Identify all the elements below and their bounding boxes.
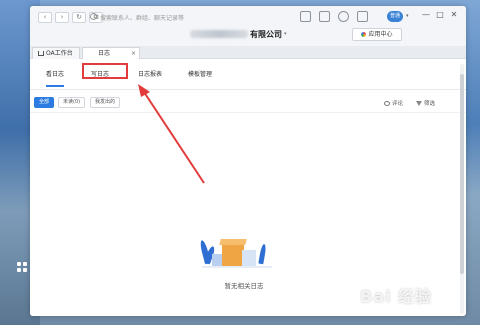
maximize-button[interactable]: □ (434, 10, 446, 19)
minimize-button[interactable]: — (420, 10, 432, 19)
redacted-text (190, 30, 248, 38)
company-selector[interactable]: 有限公司 ▾ (190, 28, 287, 40)
filter-mine-button[interactable]: 我发出的 (90, 97, 121, 108)
refresh-button[interactable]: ↻ (72, 12, 86, 23)
title-bar: ‹ › ↻ ⧉ 搜索联系人、群组、聊天记录等 普通 ▾ — □ ✕ 有限公司 ▾… (30, 6, 466, 46)
app-center-button[interactable]: 应用中心 (352, 28, 402, 41)
message-icon[interactable] (300, 11, 311, 22)
filter-label: 筛选 (424, 101, 436, 107)
search-icon (90, 13, 97, 20)
tab-label: 日志 (98, 50, 111, 57)
annotation-highlight-box (82, 63, 128, 79)
bell-icon[interactable] (357, 11, 368, 22)
tab-strip: OA工作台 日志 × (30, 46, 466, 59)
back-button[interactable]: ‹ (38, 12, 52, 23)
subnav-item-view-log[interactable]: 看日志 (46, 69, 65, 87)
calendar-icon[interactable] (319, 11, 330, 22)
filter-unread-button[interactable]: 未读(0) (58, 97, 86, 108)
tab-oa-workbench[interactable]: OA工作台 (32, 47, 80, 59)
forward-button[interactable]: › (55, 12, 69, 23)
search-placeholder: 搜索联系人、群组、聊天记录等 (100, 15, 185, 22)
tab-label: OA工作台 (46, 50, 73, 57)
home-icon (38, 51, 44, 56)
subnav-item-log-report[interactable]: 日志报表 (138, 69, 162, 78)
app-window: ‹ › ↻ ⧉ 搜索联系人、群组、聊天记录等 普通 ▾ — □ ✕ 有限公司 ▾… (30, 6, 466, 316)
apps-grid-icon[interactable] (17, 262, 27, 272)
vertical-scrollbar[interactable] (460, 64, 464, 314)
close-icon[interactable]: × (131, 48, 136, 60)
filter-icon (416, 100, 422, 106)
comment-button[interactable]: 评论 (384, 99, 403, 107)
close-button[interactable]: ✕ (448, 10, 460, 19)
top-icon-group (300, 11, 368, 22)
empty-state-illustration (198, 232, 278, 272)
search-input[interactable]: 搜索联系人、群组、聊天记录等 (88, 12, 218, 23)
scrollbar-thumb[interactable] (460, 74, 464, 274)
chevron-down-icon[interactable]: ▾ (406, 13, 409, 19)
app-center-label: 应用中心 (368, 31, 393, 38)
company-name: 有限公司 (250, 29, 282, 39)
user-avatar-badge[interactable]: 普通 (387, 11, 404, 22)
filter-all-button[interactable]: 全部 (34, 97, 55, 108)
filter-button[interactable]: 筛选 (416, 99, 435, 107)
chevron-down-icon: ▾ (284, 31, 287, 37)
comment-label: 评论 (392, 101, 404, 107)
clock-icon[interactable] (338, 11, 349, 22)
app-center-icon (361, 31, 367, 37)
subnav-item-template-manage[interactable]: 模板管理 (188, 69, 212, 78)
tab-log[interactable]: 日志 × (82, 47, 140, 59)
comment-icon (384, 100, 390, 106)
filter-toolbar: 全部 未读(0) 我发出的 评论 筛选 (30, 91, 466, 113)
watermark-url: jingyan.baidu.com (396, 304, 452, 311)
